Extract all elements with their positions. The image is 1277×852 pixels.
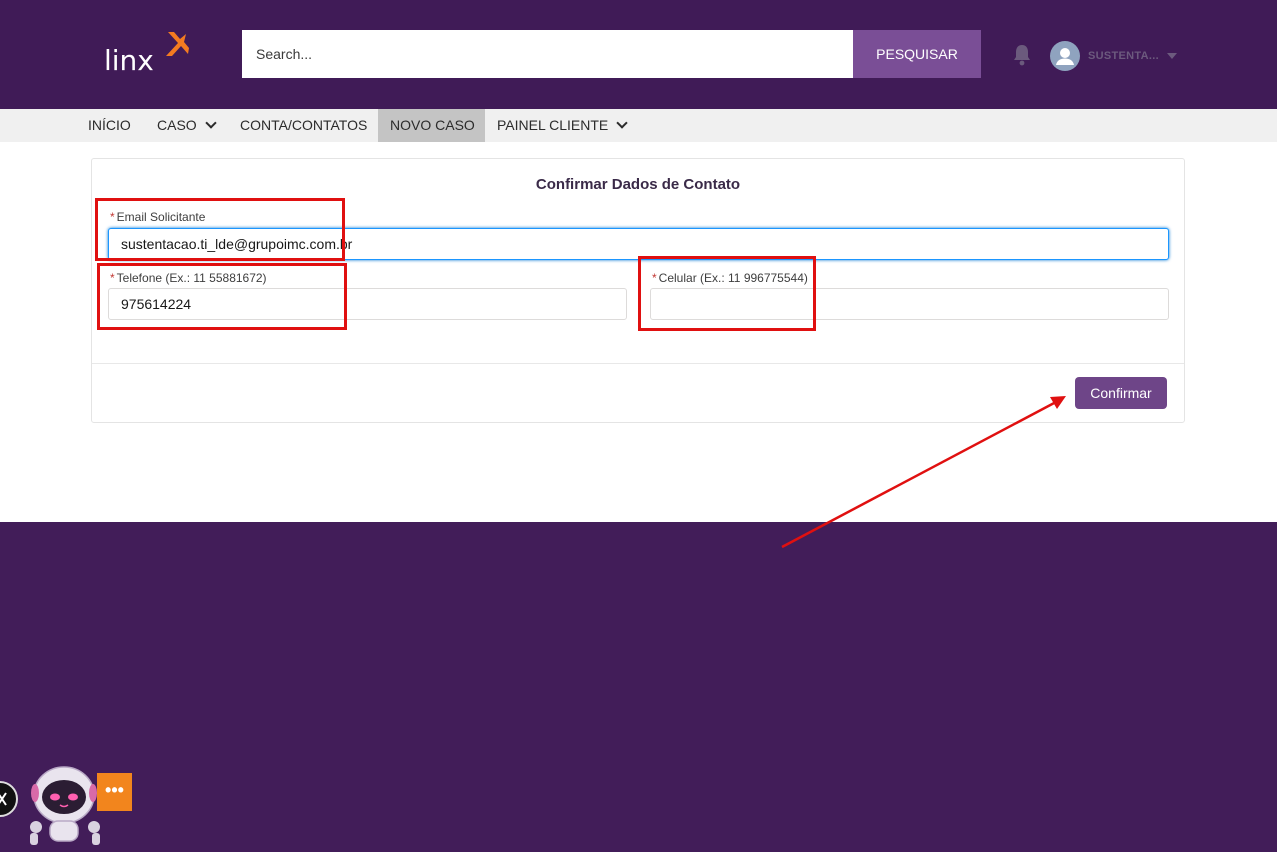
page-footer: [0, 522, 1277, 852]
nav-item-label: INÍCIO: [88, 117, 131, 133]
nav-item-label: PAINEL CLIENTE: [497, 117, 609, 133]
search-button[interactable]: PESQUISAR: [853, 30, 981, 78]
chat-close-button[interactable]: [0, 781, 18, 817]
close-icon: [0, 792, 7, 806]
nav-item-label: CASO: [157, 117, 197, 133]
divider: [92, 363, 1184, 364]
form-title: Confirmar Dados de Contato: [535, 176, 741, 193]
nav-item-conta-contatos[interactable]: CONTA/CONTATOS: [240, 109, 367, 142]
annotation-box-telefone: [97, 263, 347, 330]
annotation-box-celular: [638, 256, 816, 331]
robot-assistant-icon[interactable]: [24, 763, 106, 849]
chevron-down-icon: [205, 117, 217, 129]
nav-item-novo-caso[interactable]: NOVO CASO: [378, 109, 485, 142]
caret-down-icon: [1166, 53, 1177, 59]
nav-item-painel-cliente[interactable]: PAINEL CLIENTE: [497, 109, 628, 142]
chevron-down-icon: [616, 117, 628, 129]
nav-item-inicio[interactable]: INÍCIO: [88, 109, 131, 142]
search-input[interactable]: [242, 30, 853, 78]
nav-item-label: NOVO CASO: [390, 117, 475, 133]
nav-item-label: CONTA/CONTATOS: [240, 117, 368, 133]
top-header: linx PESQUISAR SUSTENTA...: [0, 0, 1277, 109]
nav-item-caso[interactable]: CASO: [157, 109, 217, 142]
linx-logo[interactable]: linx: [104, 30, 194, 80]
annotation-box-email: [95, 198, 345, 261]
confirm-button[interactable]: Confirmar: [1075, 377, 1167, 409]
logo-text: linx: [104, 44, 154, 77]
user-avatar-icon: [1050, 41, 1080, 71]
user-menu[interactable]: SUSTENTA...: [1050, 41, 1177, 71]
user-name: SUSTENTA...: [1088, 50, 1159, 62]
linx-logo-icon: [166, 32, 189, 56]
chat-bubble[interactable]: •••: [97, 773, 132, 811]
main-nav: INÍCIO CASO CONTA/CONTATOS NOVO CASO PAI…: [0, 109, 1277, 142]
bell-icon[interactable]: [1012, 44, 1032, 66]
